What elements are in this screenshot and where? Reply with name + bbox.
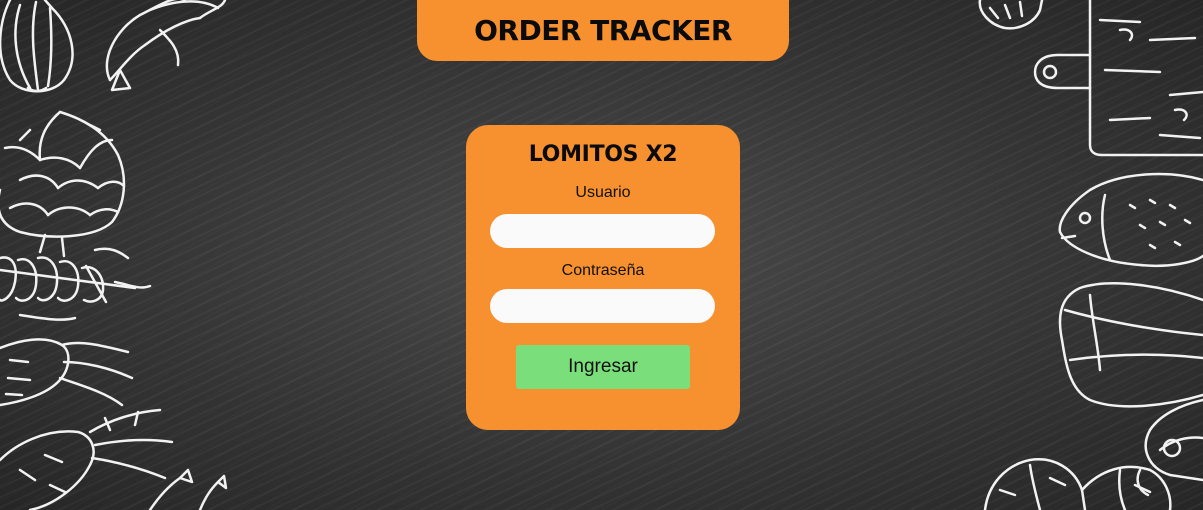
page-title: ORDER TRACKER [474, 14, 732, 47]
password-input[interactable] [490, 289, 715, 323]
login-card: LOMITOS X2 Usuario Contraseña Ingresar [466, 125, 740, 430]
username-input[interactable] [490, 214, 715, 248]
brand-title: LOMITOS X2 [528, 142, 678, 167]
header-banner: ORDER TRACKER [417, 0, 789, 61]
username-label: Usuario [575, 184, 631, 201]
password-label: Contraseña [561, 262, 645, 279]
login-button[interactable]: Ingresar [516, 345, 690, 389]
